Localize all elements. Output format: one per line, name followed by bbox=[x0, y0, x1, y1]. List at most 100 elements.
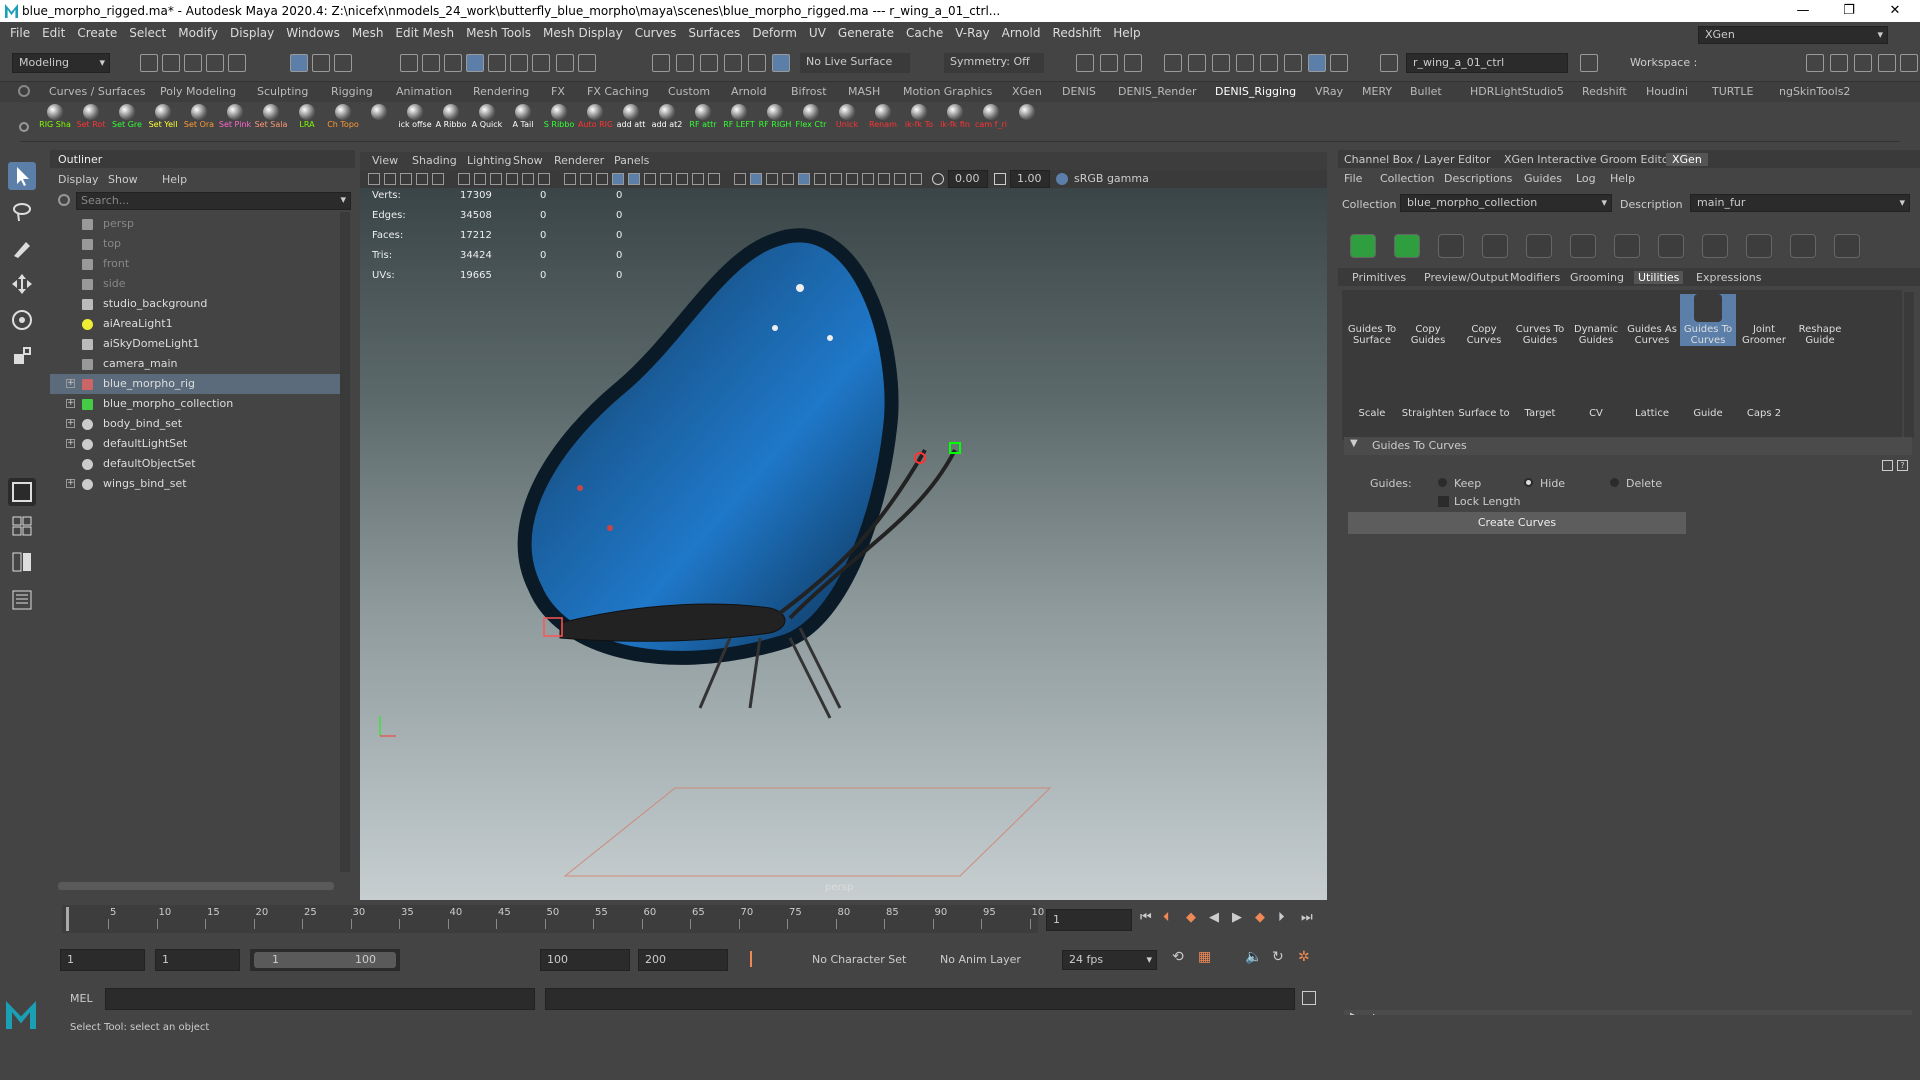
lasso-tool-icon[interactable] bbox=[8, 198, 36, 226]
shelf-button[interactable]: RIG Sha bbox=[39, 104, 71, 129]
menu-select[interactable]: Select bbox=[129, 26, 166, 40]
xgen-tool-icon[interactable] bbox=[1834, 234, 1860, 258]
outliner-item[interactable]: aiAreaLight1 bbox=[50, 314, 340, 334]
new-scene-icon[interactable] bbox=[140, 54, 158, 72]
utility-button[interactable]: Curves To Guides bbox=[1512, 294, 1568, 346]
ipr-sep-icon[interactable] bbox=[1330, 54, 1348, 72]
shelf-button[interactable]: Set Sala bbox=[255, 104, 287, 129]
shelf-button[interactable]: ik-fk fin bbox=[940, 104, 970, 129]
xgen-tool-icon[interactable] bbox=[1482, 234, 1508, 258]
select-hierarchy-icon[interactable] bbox=[290, 54, 308, 72]
shelf-tab-sculpting[interactable]: Sculpting bbox=[257, 85, 308, 98]
history-toggle-icon[interactable] bbox=[772, 54, 790, 72]
menu-windows[interactable]: Windows bbox=[286, 26, 340, 40]
viewport-tool-icon[interactable] bbox=[612, 173, 624, 185]
viewport-tool-icon[interactable] bbox=[522, 173, 534, 185]
subtab-primitives[interactable]: Primitives bbox=[1352, 271, 1406, 284]
render-seq-icon[interactable] bbox=[1212, 54, 1230, 72]
end-frame-field[interactable]: 200 bbox=[638, 949, 728, 971]
shelf-tab-turtle[interactable]: TURTLE bbox=[1712, 85, 1753, 98]
character-set-dropdown[interactable]: No Character Set bbox=[790, 949, 920, 971]
exposure-field[interactable]: 0.00 bbox=[948, 170, 988, 188]
outliner-item[interactable]: + wings_bind_set bbox=[50, 474, 340, 494]
prefs-icon[interactable]: ✲ bbox=[1298, 949, 1310, 965]
shelf-tab-denis-rigging[interactable]: DENIS_Rigging bbox=[1215, 85, 1296, 98]
xgen-tool-icon[interactable] bbox=[1702, 234, 1728, 258]
viewport-tool-icon[interactable] bbox=[878, 173, 890, 185]
menu-mesh[interactable]: Mesh bbox=[352, 26, 384, 40]
viewport-tool-icon[interactable] bbox=[564, 173, 576, 185]
viewport-menu-lighting[interactable]: Lighting bbox=[467, 154, 511, 167]
ipr-refresh-icon[interactable] bbox=[1308, 54, 1326, 72]
viewport-tool-icon[interactable] bbox=[894, 173, 906, 185]
shelf-button[interactable]: Unlck bbox=[834, 104, 860, 129]
menu-arnold[interactable]: Arnold bbox=[1002, 26, 1041, 40]
select-tool-icon[interactable] bbox=[8, 162, 36, 190]
snap-grid-icon[interactable] bbox=[400, 54, 418, 72]
outliner-hscrollbar[interactable] bbox=[58, 882, 334, 890]
ipr-pause-icon[interactable] bbox=[1260, 54, 1278, 72]
shelf-tab-denis-render[interactable]: DENIS_Render bbox=[1118, 85, 1197, 98]
utility-button[interactable]: Reshape Guide bbox=[1792, 294, 1848, 346]
shelf-button[interactable]: RF RIGH bbox=[759, 104, 791, 129]
viewport-menu-renderer[interactable]: Renderer bbox=[554, 154, 604, 167]
shelf-tab-fx[interactable]: FX bbox=[551, 85, 565, 98]
xgen-tool-icon[interactable] bbox=[1394, 234, 1420, 258]
xgen-menu-guides[interactable]: Guides bbox=[1524, 172, 1562, 185]
viewport-tool-icon[interactable] bbox=[458, 173, 470, 185]
menu-cache[interactable]: Cache bbox=[906, 26, 943, 40]
gamma-field[interactable]: 1.00 bbox=[1010, 170, 1050, 188]
render-icon[interactable] bbox=[1188, 54, 1206, 72]
viewport-tool-icon[interactable] bbox=[814, 173, 826, 185]
outliner-item[interactable]: + body_bind_set bbox=[50, 414, 340, 434]
ipr-stop-icon[interactable] bbox=[1284, 54, 1302, 72]
shelf-button[interactable]: Set Yell bbox=[149, 104, 177, 129]
outliner-menu-show[interactable]: Show bbox=[108, 173, 138, 186]
script-editor-icon[interactable] bbox=[1302, 991, 1316, 1005]
outliner-search-field[interactable]: Search... ▾ bbox=[76, 192, 351, 210]
mel-input[interactable] bbox=[105, 988, 535, 1010]
shelf-tab-mash[interactable]: MASH bbox=[848, 85, 880, 98]
layout-split-icon[interactable] bbox=[8, 548, 36, 576]
go-end-icon[interactable]: ⏭ bbox=[1301, 910, 1313, 925]
snap-vertex-icon[interactable] bbox=[510, 54, 528, 72]
viewport-tool-icon[interactable] bbox=[490, 173, 502, 185]
outliner-item[interactable]: camera_main bbox=[50, 354, 340, 374]
menu-generate[interactable]: Generate bbox=[838, 26, 894, 40]
shelf-button[interactable]: S Ribbo bbox=[544, 104, 574, 129]
outliner-menu-display[interactable]: Display bbox=[58, 173, 99, 186]
move-tool-icon[interactable] bbox=[8, 270, 36, 298]
shelf-tab-houdini[interactable]: Houdini bbox=[1646, 85, 1688, 98]
expand-icon[interactable]: + bbox=[66, 379, 75, 388]
viewport-tool-icon[interactable] bbox=[734, 173, 746, 185]
name-field-toggle-icon[interactable] bbox=[1380, 54, 1398, 72]
shelf-button[interactable]: RF LEFT bbox=[723, 104, 755, 129]
expand-icon[interactable]: + bbox=[66, 399, 75, 408]
shelf-button[interactable]: ick offse bbox=[398, 104, 432, 129]
viewport-tool-icon[interactable] bbox=[474, 173, 486, 185]
sidebar-toggle-icon[interactable] bbox=[1580, 54, 1598, 72]
shelf-button[interactable]: Auto RIG bbox=[578, 104, 612, 129]
scale-tool-icon[interactable] bbox=[8, 342, 36, 370]
utility-button[interactable]: Guide bbox=[1680, 378, 1736, 419]
select-object-icon[interactable] bbox=[312, 54, 330, 72]
shelf-tab-redshift[interactable]: Redshift bbox=[1582, 85, 1627, 98]
select-component-icon[interactable] bbox=[334, 54, 352, 72]
viewport-tool-icon[interactable] bbox=[766, 173, 778, 185]
outliner-layout-icon[interactable] bbox=[8, 586, 36, 614]
viewport-tool-icon[interactable] bbox=[660, 173, 672, 185]
menu-uv[interactable]: UV bbox=[809, 26, 826, 40]
outliner-item[interactable]: + defaultLightSet bbox=[50, 434, 340, 454]
xgen-tool-icon[interactable] bbox=[1790, 234, 1816, 258]
shelf-tab-rigging[interactable]: Rigging bbox=[331, 85, 373, 98]
modeling-toolkit-icon[interactable] bbox=[1806, 54, 1824, 72]
maximize-button[interactable]: ❐ bbox=[1826, 0, 1872, 22]
shelf-tab-bullet[interactable]: Bullet bbox=[1410, 85, 1442, 98]
subtab-grooming[interactable]: Grooming bbox=[1570, 271, 1624, 284]
shelf-tab-custom[interactable]: Custom bbox=[668, 85, 710, 98]
snap-curve-icon[interactable] bbox=[422, 54, 440, 72]
xgen-menu-help[interactable]: Help bbox=[1610, 172, 1635, 185]
viewport-tool-icon[interactable] bbox=[368, 173, 380, 185]
paint-select-tool-icon[interactable] bbox=[8, 234, 36, 262]
viewport-tool-icon[interactable] bbox=[910, 173, 922, 185]
